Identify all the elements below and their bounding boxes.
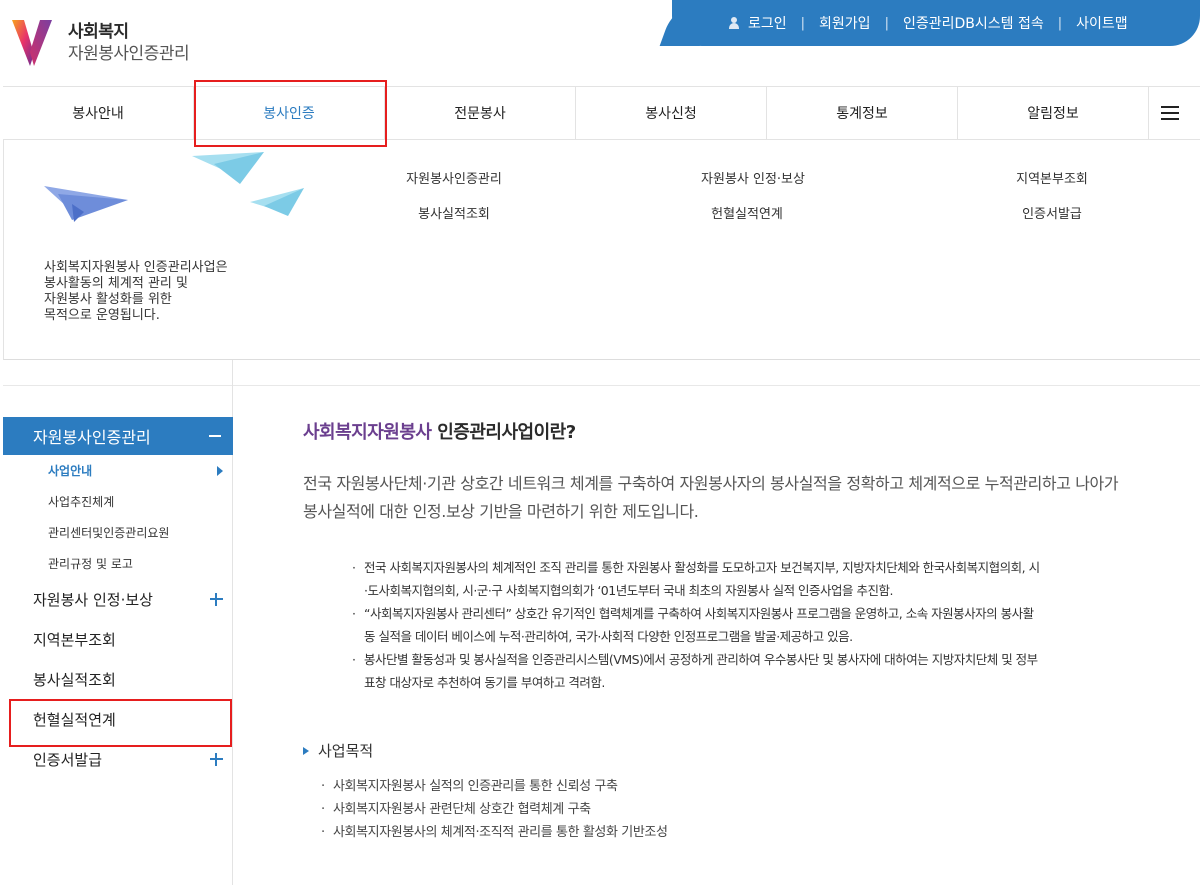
gnb-item-service-guide[interactable]: 봉사안내	[3, 87, 194, 139]
bullet-line: 전국 사회복지자원봉사의 체계적인 조직 관리를 통한 자원봉사 활성화를 도모…	[364, 560, 1040, 575]
gnb-item-notices[interactable]: 알림정보	[958, 87, 1149, 139]
sidebar-item-label: 지역본부조회	[33, 630, 116, 649]
intro-line: 봉사실적에 대한 인정.보상 기반을 마련하기 위한 제도입니다.	[303, 502, 699, 521]
sidebar-sub-label: 관리규정 및 로고	[48, 557, 133, 571]
util-divider: |	[884, 15, 889, 31]
sidebar-item-label: 봉사실적조회	[33, 670, 116, 689]
bullet-item: 봉사단별 활동성과 및 봉사실적을 인증관리시스템(VMS)에서 공정하게 관리…	[350, 648, 1183, 694]
mega-description-line: 사회복지자원봉사 인증관리사업은	[44, 260, 228, 275]
sidebar-item-label: 자원봉사 인정·보상	[33, 590, 153, 609]
sidebar-item-recognition-reward[interactable]: 자원봉사 인정·보상	[3, 579, 233, 619]
mega-description: 사회복지자원봉사 인증관리사업은 봉사활동의 체계적 관리 및 자원봉사 활성화…	[44, 260, 254, 324]
bullet-item: “사회복지자원봉사 관리센터” 상호간 유기적인 협력체계를 구축하여 사회복지…	[350, 602, 1183, 648]
sidebar-item-regional-office[interactable]: 지역본부조회	[3, 619, 233, 659]
gnb-item-apply[interactable]: 봉사신청	[576, 87, 767, 139]
bullet-line: “사회복지자원봉사 관리센터” 상호간 유기적인 협력체계를 구축하여 사회복지…	[364, 606, 1034, 621]
bullet-line: ·도사회복지협의회, 시·군·구 사회복지협의회가 ‘01년도부터 국내 최초의…	[364, 583, 894, 598]
highlight-box	[9, 699, 232, 747]
sidebar-header-label: 자원봉사인증관리	[33, 428, 151, 447]
login-label: 로그인	[748, 16, 787, 32]
util-divider: |	[1057, 15, 1063, 31]
page-title: 사회복지자원봉사 인증관리사업이란?	[303, 418, 1183, 444]
plus-icon[interactable]	[210, 752, 223, 766]
sidebar-sub-item-business-guide[interactable]: 사업안내	[3, 455, 233, 486]
goal-item: 사회복지자원봉사의 체계적·조직적 관리를 통한 활성화 기반조성	[321, 821, 1183, 844]
paper-plane-icon	[44, 152, 304, 222]
intro-line: 전국 자원봉사단체·기관 상호간 네트워크 체계를 구축하여 자원봉사자의 봉사…	[303, 474, 1119, 493]
db-system-link[interactable]: 인증관리DB시스템 접속	[903, 13, 1044, 33]
sidebar-sub-item-regulations[interactable]: 관리규정 및 로고	[3, 548, 233, 579]
global-nav: 봉사안내 봉사인증 전문봉사 봉사신청 통계정보 알림정보	[3, 86, 1200, 140]
bullet-list: 전국 사회복지자원봉사의 체계적인 조직 관리를 통한 자원봉사 활성화를 도모…	[303, 556, 1183, 694]
triangle-right-icon	[303, 746, 309, 755]
mega-description-line: 목적으로 운영됩니다.	[44, 308, 160, 323]
section-title: 사업목적	[303, 740, 1183, 761]
bullet-line: 봉사단별 활동성과 및 봉사실적을 인증관리시스템(VMS)에서 공정하게 관리…	[364, 652, 1038, 667]
section-title-label: 사업목적	[318, 742, 374, 760]
mega-link-recognition-reward[interactable]: 자원봉사 인정·보상	[701, 168, 805, 187]
all-menu-button[interactable]	[1149, 87, 1191, 139]
section-divider	[3, 385, 1200, 386]
utility-nav: 로그인 | 회원가입 | 인증관리DB시스템 접속 | 사이트맵	[672, 0, 1200, 46]
page-title-rest: 인증관리사업이란?	[431, 422, 576, 443]
logo-v-icon	[12, 20, 52, 66]
mega-link-service-record[interactable]: 봉사실적조회	[418, 203, 490, 222]
bullet-line: 표창 대상자로 추천하여 동기를 부여하고 격려함.	[364, 675, 605, 690]
gnb-item-statistics[interactable]: 통계정보	[767, 87, 958, 139]
minus-icon[interactable]	[209, 435, 221, 437]
mega-description-line: 자원봉사 활성화를 위한	[44, 292, 172, 307]
mega-link-regional-office[interactable]: 지역본부조회	[1016, 168, 1088, 187]
sitemap-link[interactable]: 사이트맵	[1076, 13, 1128, 33]
highlight-box	[194, 80, 387, 147]
plus-icon[interactable]	[210, 592, 223, 606]
util-divider: |	[800, 15, 806, 31]
site-logo[interactable]: 사회복지 자원봉사인증관리	[10, 18, 190, 68]
mega-description-line: 봉사활동의 체계적 관리 및	[44, 276, 188, 291]
goal-item: 사회복지자원봉사 실적의 인증관리를 통한 신뢰성 구축	[321, 775, 1183, 798]
logo-subtitle: 자원봉사인증관리	[68, 43, 190, 64]
hamburger-icon	[1161, 106, 1179, 120]
triangle-right-icon	[217, 465, 223, 476]
mega-link-volunteer-cert[interactable]: 자원봉사인증관리	[406, 168, 502, 187]
sidebar-sub-label: 사업안내	[48, 464, 93, 478]
sidebar-item-label: 인증서발급	[33, 750, 103, 769]
main-content: 사회복지자원봉사 인증관리사업이란? 전국 자원봉사단체·기관 상호간 네트워크…	[303, 418, 1183, 844]
join-link[interactable]: 회원가입	[819, 13, 871, 33]
user-icon	[728, 17, 740, 29]
bullet-item: 전국 사회복지자원봉사의 체계적인 조직 관리를 통한 자원봉사 활성화를 도모…	[350, 556, 1183, 602]
sidebar-header[interactable]: 자원봉사인증관리	[3, 417, 233, 455]
bullet-line: 동 실적을 데이터 베이스에 누적·관리하여, 국가·사회적 다양한 인정프로그…	[364, 629, 853, 644]
mega-link-certificate[interactable]: 인증서발급	[1022, 203, 1082, 222]
login-link[interactable]: 로그인	[728, 13, 787, 33]
mega-link-blood-donation[interactable]: 헌혈실적연계	[711, 203, 783, 222]
site-header: 사회복지 자원봉사인증관리 로그인 | 회원가입 | 인증관리DB시스템 접속 …	[0, 0, 1200, 86]
goal-item: 사회복지자원봉사 관련단체 상호간 협력체계 구축	[321, 798, 1183, 821]
logo-title: 사회복지	[68, 21, 129, 42]
sidebar-item-service-record[interactable]: 봉사실적조회	[3, 659, 233, 699]
sidebar-sub-label: 관리센터및인증관리요원	[48, 526, 170, 540]
sidebar-sub-item-centers[interactable]: 관리센터및인증관리요원	[3, 517, 233, 548]
sidebar-sub-item-system[interactable]: 사업추진체계	[3, 486, 233, 517]
intro-paragraph: 전국 자원봉사단체·기관 상호간 네트워크 체계를 구축하여 자원봉사자의 봉사…	[303, 470, 1183, 526]
gnb-item-professional[interactable]: 전문봉사	[385, 87, 576, 139]
mega-dropdown: 사회복지자원봉사 인증관리사업은 봉사활동의 체계적 관리 및 자원봉사 활성화…	[3, 140, 1200, 360]
sidebar-sub-label: 사업추진체계	[48, 495, 115, 509]
goal-list: 사회복지자원봉사 실적의 인증관리를 통한 신뢰성 구축 사회복지자원봉사 관련…	[303, 775, 1183, 844]
page-title-highlight: 사회복지자원봉사	[303, 422, 432, 443]
